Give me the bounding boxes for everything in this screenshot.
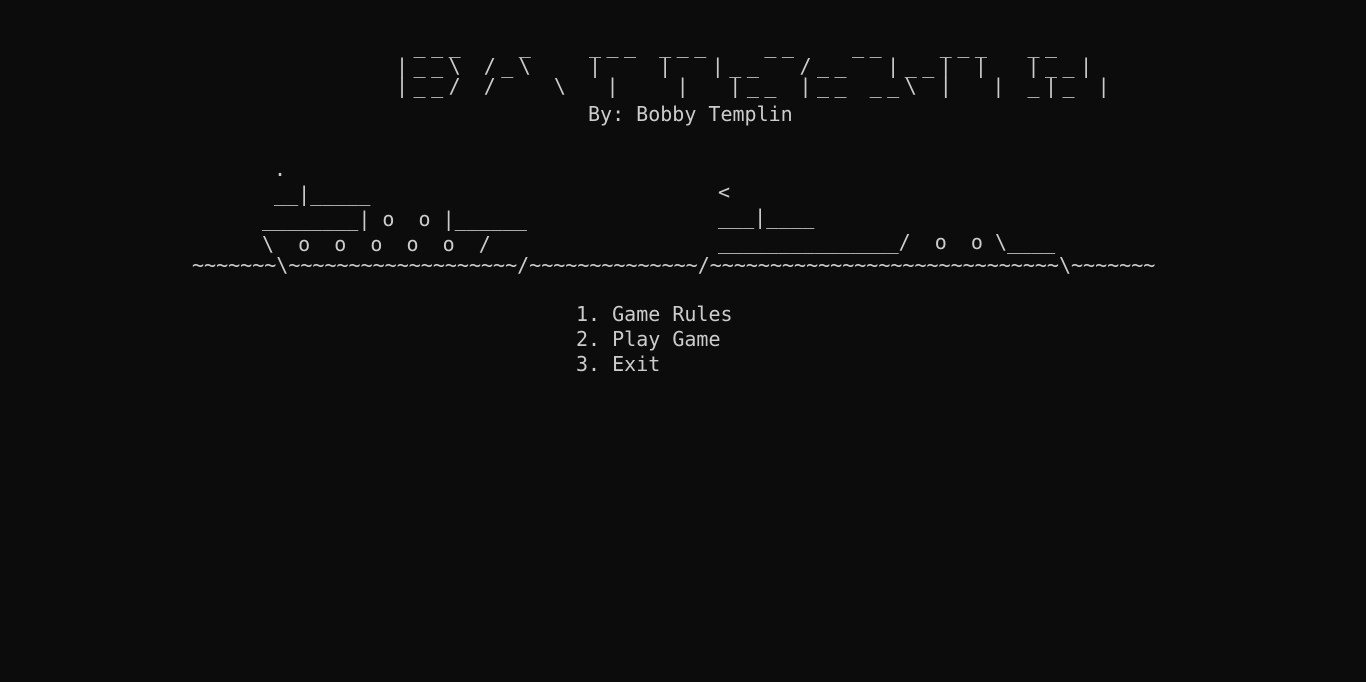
right-battleship-art: < ___|____ _______________/ o o \____ — [718, 180, 1056, 254]
sea-waves-art: ~~~~~~~\~~~~~~~~~~~~~~~~~~~/~~~~~~~~~~~~… — [192, 253, 1156, 277]
battleship-title-art: ___ _ ___ ___ __ __ ___ __ |__\ /_\ | | … — [396, 34, 1116, 98]
menu-item-game-rules[interactable]: 1. Game Rules — [576, 302, 733, 327]
console-window: ___ _ ___ ___ __ __ ___ __ |__\ /_\ | | … — [0, 0, 1366, 682]
menu-item-exit[interactable]: 3. Exit — [576, 352, 733, 377]
menu-item-play-game[interactable]: 2. Play Game — [576, 327, 733, 352]
author-credit: By: Bobby Templin — [588, 102, 793, 126]
main-menu: 1. Game Rules 2. Play Game 3. Exit — [576, 302, 733, 377]
left-battleship-art: . __|_____ ________| o o |______ \ o o o… — [262, 157, 527, 256]
